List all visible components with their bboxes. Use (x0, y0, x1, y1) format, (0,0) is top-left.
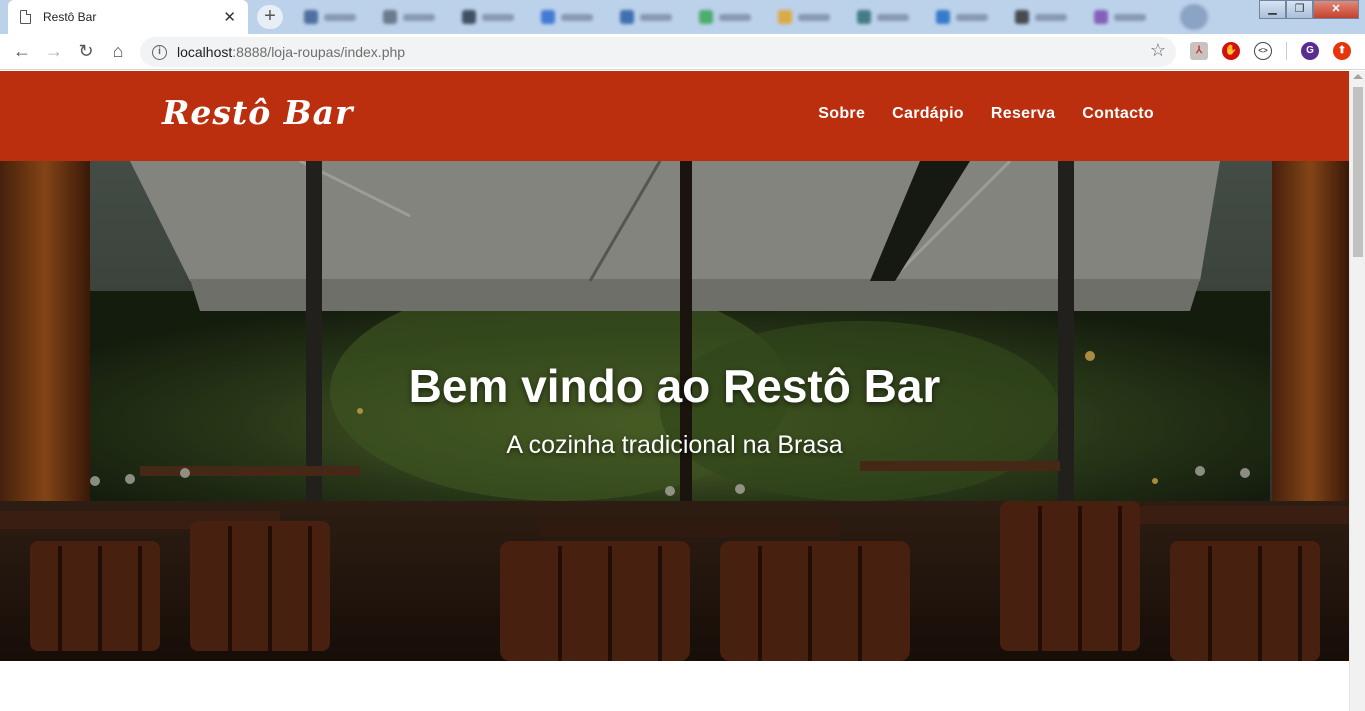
url-host: localhost (177, 44, 233, 60)
info-icon[interactable]: i (152, 44, 167, 60)
background-tab[interactable] (450, 6, 525, 28)
update-icon[interactable]: ⬆ (1333, 42, 1351, 60)
extension-icons: ⅄ ✋ <> G ⬆ (1190, 42, 1351, 60)
nav-link-sobre[interactable]: Sobre (818, 105, 865, 123)
page-viewport: Restô Bar Sobre Cardápio Reserva Contact… (0, 71, 1349, 711)
background-tab[interactable] (529, 6, 604, 28)
close-window-button[interactable]: ✕ (1313, 0, 1359, 19)
browser-toolbar: ← → ↻ ⌂ i localhost:8888/loja-roupas/ind… (0, 34, 1365, 70)
tab-search-icon[interactable] (1180, 4, 1208, 30)
site-header: Restô Bar Sobre Cardápio Reserva Contact… (0, 71, 1349, 161)
forward-arrow-icon[interactable]: → (38, 41, 70, 62)
stop-hand-extension-icon[interactable]: ✋ (1222, 42, 1240, 60)
code-extension-icon[interactable]: <> (1254, 42, 1272, 60)
maximize-button[interactable]: ❐ (1286, 0, 1313, 19)
hero-subtitle: A cozinha tradicional na Brasa (506, 431, 843, 459)
back-arrow-icon[interactable]: ← (6, 41, 38, 62)
star-icon[interactable]: ☆ (1150, 40, 1166, 61)
nav-link-contacto[interactable]: Contacto (1082, 105, 1154, 123)
background-tab[interactable] (766, 6, 841, 28)
hero-banner: Bem vindo ao Restô Bar A cozinha tradici… (0, 161, 1349, 661)
home-icon[interactable]: ⌂ (102, 41, 134, 62)
background-tab[interactable] (924, 6, 999, 28)
background-tab[interactable] (845, 6, 920, 28)
tab-title: Restô Bar (43, 10, 97, 24)
background-tab[interactable] (1003, 6, 1078, 28)
site-logo[interactable]: Restô Bar (162, 93, 353, 132)
background-tab[interactable] (292, 6, 367, 28)
window-controls: ▁ ❐ ✕ (1259, 0, 1359, 19)
tab-strip: Restô Bar ✕ + ▁ ❐ ✕ (0, 0, 1365, 34)
background-tab[interactable] (1082, 6, 1157, 28)
background-tabs (292, 6, 1157, 28)
background-tab[interactable] (608, 6, 683, 28)
nav-link-reserva[interactable]: Reserva (991, 105, 1055, 123)
profile-avatar[interactable]: G (1301, 42, 1319, 60)
nav-link-cardapio[interactable]: Cardápio (892, 105, 964, 123)
toolbar-divider (1286, 42, 1287, 60)
page-icon (20, 10, 31, 24)
browser-tab-active[interactable]: Restô Bar ✕ (8, 0, 248, 34)
background-tab[interactable] (371, 6, 446, 28)
scroll-up-icon[interactable] (1353, 74, 1363, 79)
new-tab-button[interactable]: + (257, 5, 283, 29)
address-bar[interactable]: i localhost:8888/loja-roupas/index.php ☆ (140, 37, 1176, 67)
reload-icon[interactable]: ↻ (70, 41, 102, 62)
hero-title: Bem vindo ao Restô Bar (408, 360, 941, 412)
page-scrollbar[interactable] (1349, 71, 1365, 711)
background-tab[interactable] (687, 6, 762, 28)
tab-close-icon[interactable]: ✕ (223, 8, 236, 26)
site-nav: Sobre Cardápio Reserva Contacto (818, 105, 1154, 123)
pdf-extension-icon[interactable]: ⅄ (1190, 42, 1208, 60)
url-path: :8888/loja-roupas/index.php (232, 44, 406, 60)
scrollbar-thumb[interactable] (1353, 87, 1363, 257)
minimize-button[interactable]: ▁ (1259, 0, 1286, 19)
